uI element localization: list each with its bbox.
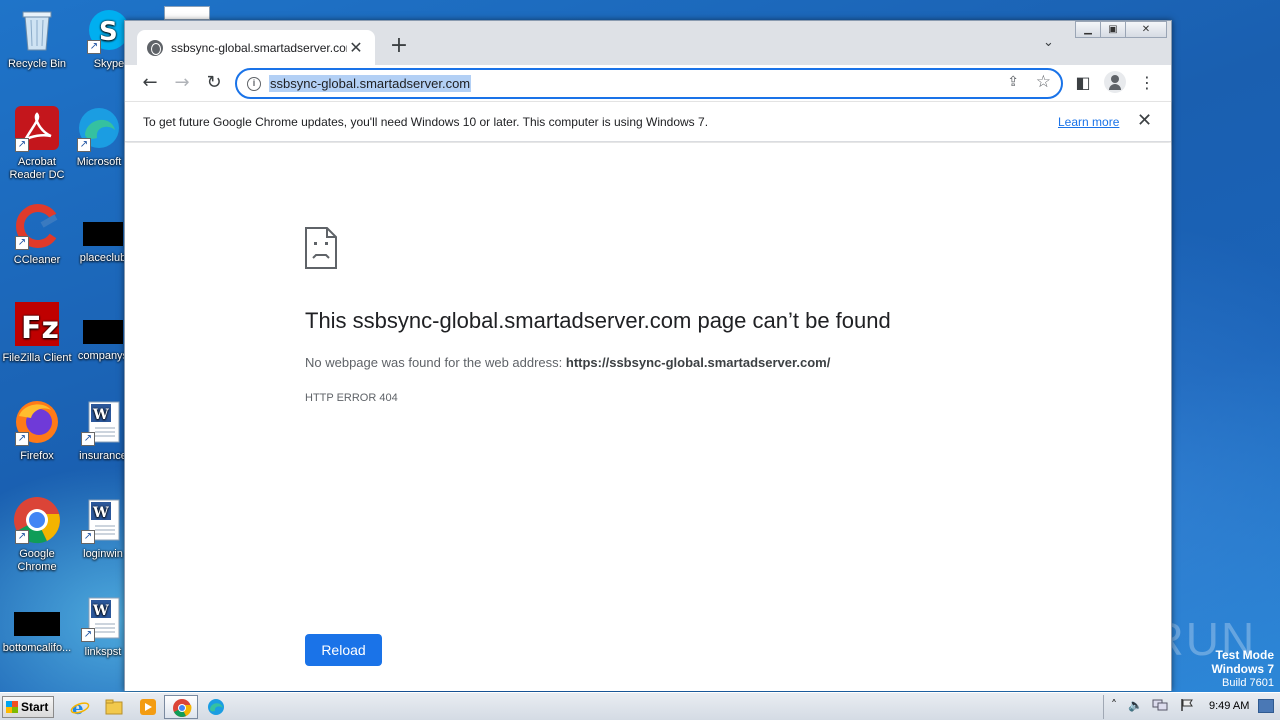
chrome-menu-icon[interactable]: ⋮ (1135, 71, 1159, 95)
svg-text:W: W (92, 505, 109, 521)
explorer-taskbar-icon[interactable] (104, 697, 124, 717)
desktop-icon-chrome[interactable]: ↗ Google Chrome (0, 496, 74, 574)
desktop-icon-bottomcalifo[interactable]: bottomcalifo... (0, 612, 74, 655)
recycle-bin-icon (13, 6, 61, 54)
side-panel-icon[interactable]: ◧ (1071, 71, 1095, 95)
test-mode-notice: Test Mode Windows 7 Build 7601 (1211, 648, 1274, 689)
start-button[interactable]: Start (2, 696, 54, 718)
browser-toolbar: ← → ↻ i ssbsync-global.smartadserver.com… (125, 65, 1171, 101)
error-message: No webpage was found for the web address… (305, 355, 830, 370)
address-url[interactable]: ssbsync-global.smartadserver.com (269, 75, 472, 92)
minimize-button[interactable]: ▁ (1075, 21, 1101, 38)
svg-text:W: W (92, 407, 109, 423)
restore-button[interactable]: ▣ (1100, 21, 1126, 38)
bookmark-star-icon[interactable]: ☆ (1036, 72, 1051, 92)
close-window-button[interactable]: ✕ (1125, 21, 1167, 38)
network-icon[interactable] (1152, 698, 1168, 715)
volume-icon[interactable]: 🔈 (1128, 698, 1143, 712)
forward-button[interactable]: → (169, 71, 195, 95)
desktop-icon-ccleaner[interactable]: ↗ CCleaner (0, 202, 74, 267)
back-button[interactable]: ← (137, 71, 163, 95)
chrome-window: ssbsync-global.smartadserver.com ✕ + ⌄ ▁… (124, 20, 1172, 691)
firefox-icon: ↗ (13, 398, 61, 446)
black-file-icon (79, 320, 127, 346)
ie-taskbar-icon[interactable]: e (70, 697, 90, 719)
svg-text:Fz: Fz (21, 311, 59, 346)
sad-document-icon (305, 227, 337, 269)
black-file-icon (13, 612, 61, 638)
infobar-message: To get future Google Chrome updates, you… (143, 115, 709, 129)
tab-search-button[interactable]: ⌄ (1043, 35, 1054, 50)
start-label: Start (21, 700, 49, 714)
error-code: HTTP ERROR 404 (305, 392, 398, 404)
update-infobar: To get future Google Chrome updates, you… (125, 101, 1171, 142)
share-icon[interactable]: ⇪ (1007, 74, 1019, 90)
tab-close-icon[interactable]: ✕ (347, 38, 365, 58)
browser-tab[interactable]: ssbsync-global.smartadserver.com ✕ (137, 30, 375, 65)
chrome-taskbar-button[interactable] (164, 695, 198, 719)
taskbar-clock[interactable]: 9:49 AM (1209, 700, 1249, 712)
new-tab-button[interactable]: + (387, 34, 411, 58)
windows-flag-icon (6, 701, 18, 713)
svg-text:S: S (99, 17, 118, 47)
window-controls: ▁ ▣ ✕ (1075, 21, 1167, 38)
media-player-taskbar-icon[interactable] (138, 697, 158, 717)
learn-more-link[interactable]: Learn more (1058, 115, 1119, 129)
site-info-icon[interactable]: i (247, 76, 261, 91)
action-center-flag-icon[interactable] (1180, 698, 1194, 715)
tray-separator (1103, 695, 1104, 719)
show-desktop-button[interactable] (1258, 699, 1274, 713)
page-content: This ssbsync-global.smartadserver.com pa… (125, 143, 1171, 691)
filezilla-icon: Fz (13, 300, 61, 348)
error-message-prefix: No webpage was found for the web address… (305, 355, 566, 370)
globe-icon (147, 39, 163, 56)
edge-taskbar-icon[interactable] (206, 697, 226, 717)
edge-icon: ↗ (75, 104, 123, 152)
profile-avatar-icon (1104, 71, 1126, 93)
desktop-icon-recycle-bin[interactable]: Recycle Bin (0, 6, 74, 71)
error-url: https://ssbsync-global.smartadserver.com… (565, 355, 831, 370)
taskbar: Start e ˄ 🔈 9:49 AM (0, 692, 1280, 720)
word-doc-icon: W ↗ (79, 496, 127, 544)
infobar-close-icon[interactable]: ✕ (1137, 110, 1152, 131)
ccleaner-icon: ↗ (13, 202, 61, 250)
svg-text:W: W (92, 603, 109, 619)
tab-title: ssbsync-global.smartadserver.com (171, 40, 347, 55)
reload-icon-button[interactable]: ↻ (201, 71, 227, 95)
acrobat-icon: ↗ (13, 104, 61, 152)
title-bar: ssbsync-global.smartadserver.com ✕ + ⌄ ▁… (125, 21, 1171, 65)
desktop-file-icon-partial[interactable] (164, 6, 210, 20)
desktop-icon-firefox[interactable]: ↗ Firefox (0, 398, 74, 463)
address-bar[interactable]: i ssbsync-global.smartadserver.com ⇪ ☆ (235, 68, 1063, 99)
desktop-icon-filezilla[interactable]: Fz FileZilla Client (0, 300, 74, 365)
profile-button[interactable] (1103, 71, 1127, 100)
error-title: This ssbsync-global.smartadserver.com pa… (305, 308, 891, 333)
chrome-icon: ↗ (13, 496, 61, 544)
tray-expand-icon[interactable]: ˄ (1111, 698, 1117, 712)
chrome-taskbar-icon (173, 699, 192, 717)
word-doc-icon: W ↗ (79, 594, 127, 642)
reload-button[interactable]: Reload (305, 634, 382, 666)
black-file-icon (79, 222, 127, 248)
word-doc-icon: W ↗ (79, 398, 127, 446)
